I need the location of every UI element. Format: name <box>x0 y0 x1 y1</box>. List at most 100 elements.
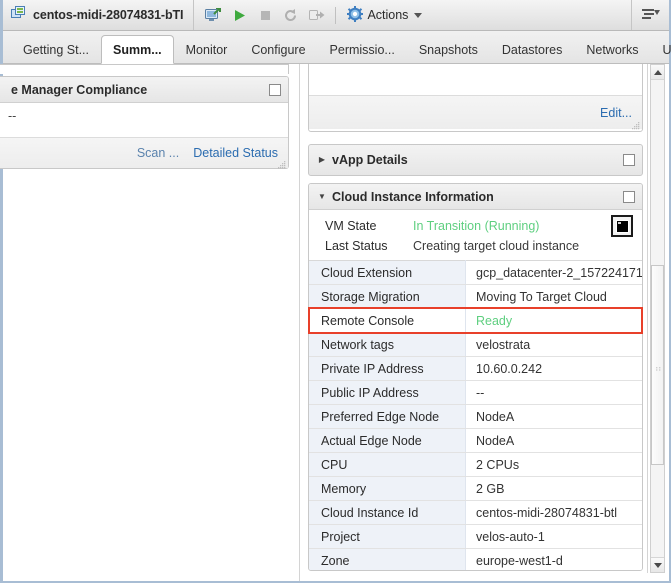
edit-notes-link[interactable]: Edit... <box>600 106 632 120</box>
maximize-icon[interactable] <box>623 154 635 166</box>
tab-configure[interactable]: Configure <box>239 36 317 63</box>
property-value: 2 CPUs <box>465 452 642 477</box>
property-value: velos-auto-1 <box>465 524 642 549</box>
notes-body <box>309 64 642 95</box>
cloud-instance-portlet: ▼ Cloud Instance Information VM State In… <box>308 183 643 571</box>
table-row: Private IP Address 10.60.0.242 <box>309 356 642 381</box>
last-status-row: Last Status Creating target cloud instan… <box>309 236 642 256</box>
vum-compliance-value: -- <box>0 103 288 137</box>
property-value: 2 GB <box>465 476 642 501</box>
table-row: Storage Migration Moving To Target Cloud <box>309 284 642 309</box>
cloud-instance-title: Cloud Instance Information <box>332 189 494 204</box>
table-row: Zone europe-west1-d <box>309 548 642 570</box>
tab-bar: Getting St... Summ... Monitor Configure … <box>3 31 671 64</box>
chevron-right-icon[interactable]: ▶ <box>316 155 328 165</box>
cloud-instance-state-area: VM State In Transition (Running) Last St… <box>309 210 642 260</box>
overflow-menu-button[interactable] <box>631 0 669 30</box>
property-key: Cloud Instance Id <box>309 500 466 525</box>
vm-state-label: VM State <box>325 219 377 233</box>
content-edge-line <box>647 64 648 573</box>
scroll-down-button[interactable] <box>651 557 664 572</box>
property-value: Ready <box>465 308 642 333</box>
tab-getting-started[interactable]: Getting St... <box>11 36 101 63</box>
migrate-icon[interactable] <box>304 2 330 28</box>
vm-icon <box>11 6 26 24</box>
property-value: NodeA <box>465 428 642 453</box>
last-status-value: Creating target cloud instance <box>413 239 580 253</box>
property-value: europe-west1-d <box>465 548 642 570</box>
tab-networks[interactable]: Networks <box>574 36 650 63</box>
maximize-icon[interactable] <box>623 190 635 203</box>
tab-datastores[interactable]: Datastores <box>490 36 574 63</box>
vapp-details-title: vApp Details <box>332 153 408 167</box>
vm-console-thumbnail[interactable] <box>611 215 633 237</box>
notes-footer: Edit... <box>309 95 642 130</box>
chevron-down-icon <box>414 12 423 18</box>
property-value: velostrata <box>465 332 642 357</box>
summary-content: e Manager Compliance -- Scan ... Detaile… <box>0 64 669 581</box>
cloud-instance-property-table: Cloud Extension gcp_datacenter-2_1572241… <box>309 260 642 570</box>
toolbar-buttons: Actions <box>194 0 428 30</box>
property-key: Memory <box>309 476 466 501</box>
vum-compliance-header: e Manager Compliance <box>0 77 288 103</box>
property-key: Zone <box>309 548 466 570</box>
vum-compliance-footer: Scan ... Detailed Status <box>0 137 288 169</box>
gear-icon <box>347 5 364 25</box>
tab-snapshots[interactable]: Snapshots <box>407 36 490 63</box>
left-column: e Manager Compliance -- Scan ... Detaile… <box>0 64 299 581</box>
property-key: Preferred Edge Node <box>309 404 466 429</box>
vm-toolbar: centos-midi-28074831-bTI Actions <box>3 0 669 31</box>
list-menu-icon <box>642 8 660 23</box>
right-column: Edit... ▶ vApp Details ▼ Cloud Instance … <box>304 64 669 581</box>
scan-link[interactable]: Scan ... <box>137 146 179 160</box>
resize-grip-icon[interactable] <box>631 119 640 130</box>
vapp-details-portlet[interactable]: ▶ vApp Details <box>308 144 643 176</box>
vum-compliance-portlet: e Manager Compliance -- Scan ... Detaile… <box>0 76 289 169</box>
table-row: Memory 2 GB <box>309 476 642 501</box>
cloud-instance-header[interactable]: ▼ Cloud Instance Information <box>309 184 642 210</box>
chevron-down-icon[interactable]: ▼ <box>316 192 328 202</box>
property-key: CPU <box>309 452 466 477</box>
stop-icon[interactable] <box>252 2 278 28</box>
property-key: Storage Migration <box>309 284 466 309</box>
property-key: Project <box>309 524 466 549</box>
restart-icon[interactable] <box>278 2 304 28</box>
detailed-status-link[interactable]: Detailed Status <box>193 146 278 160</box>
tab-monitor[interactable]: Monitor <box>174 36 240 63</box>
table-row: Network tags velostrata <box>309 332 642 357</box>
left-portlet-top-edge <box>0 64 289 74</box>
vum-compliance-title: e Manager Compliance <box>11 82 148 97</box>
property-value: Moving To Target Cloud <box>465 284 642 309</box>
property-key: Network tags <box>309 332 466 357</box>
vsphere-client-window: centos-midi-28074831-bTI Actions Getting… <box>0 0 671 583</box>
power-on-icon[interactable] <box>226 2 252 28</box>
tab-permissions[interactable]: Permissio... <box>318 36 407 63</box>
property-key: Actual Edge Node <box>309 428 466 453</box>
launch-console-icon[interactable] <box>200 2 226 28</box>
scrollbar-thumb[interactable] <box>651 265 664 465</box>
tab-summary[interactable]: Summ... <box>101 35 174 64</box>
actions-menu-button[interactable]: Actions <box>341 0 428 30</box>
property-value: 10.60.0.242 <box>465 356 642 381</box>
property-key: Cloud Extension <box>309 260 466 285</box>
vm-state-value: In Transition (Running) <box>413 219 540 233</box>
property-value: NodeA <box>465 404 642 429</box>
vertical-scrollbar[interactable] <box>650 64 665 573</box>
last-status-label: Last Status <box>325 239 388 253</box>
property-value: -- <box>465 380 642 405</box>
resize-grip-icon[interactable] <box>277 158 286 169</box>
property-value: centos-midi-28074831-btl <box>465 500 642 525</box>
table-row: Actual Edge Node NodeA <box>309 428 642 453</box>
table-row: Preferred Edge Node NodeA <box>309 404 642 429</box>
table-row: Cloud Instance Id centos-midi-28074831-b… <box>309 500 642 525</box>
scroll-up-button[interactable] <box>651 65 664 80</box>
table-row: Cloud Extension gcp_datacenter-2_1572241… <box>309 260 642 285</box>
table-row: Project velos-auto-1 <box>309 524 642 549</box>
table-row: Public IP Address -- <box>309 380 642 405</box>
maximize-icon[interactable] <box>269 83 281 96</box>
tab-update-manager[interactable]: Update M... <box>650 36 671 63</box>
property-key: Private IP Address <box>309 356 466 381</box>
scrollbar-grip-icon <box>656 362 661 371</box>
table-row: CPU 2 CPUs <box>309 452 642 477</box>
vm-title-block: centos-midi-28074831-bTI <box>3 0 195 30</box>
